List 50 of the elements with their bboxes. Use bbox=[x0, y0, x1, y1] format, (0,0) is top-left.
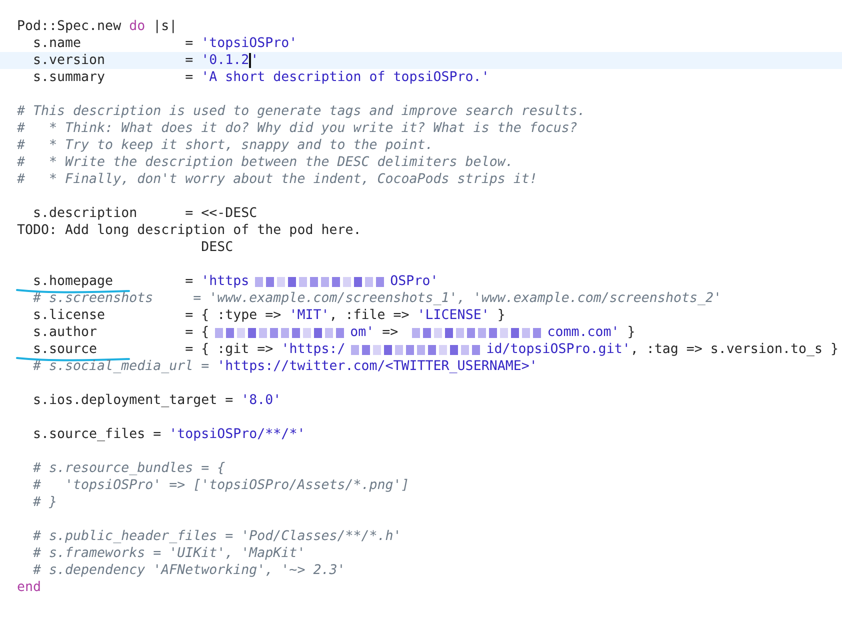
string-text: 'https:/ bbox=[281, 341, 346, 358]
comment-text: # 'topsiOSPro' => ['topsiOSPro/Assets/*.png'] bbox=[32, 477, 410, 494]
string-text: 'LICENSE' bbox=[417, 307, 490, 324]
code-text: , :file => bbox=[329, 307, 410, 324]
comment-text: # s.resource_bundles = { bbox=[32, 460, 226, 477]
code-text: => bbox=[381, 324, 400, 341]
keyword-text: end bbox=[17, 579, 42, 596]
comment-text: # * Think: What does it do? Why did you write it? What is the focus? bbox=[17, 120, 578, 137]
comment-text: # * Finally, don't worry about the indent, CocoaPods strips it! bbox=[17, 171, 538, 188]
comment-text: # This description is used to generate tags and improve search results. bbox=[17, 103, 586, 120]
comment-text: # s.social_media_url = bbox=[32, 358, 210, 375]
code-text: } bbox=[626, 324, 636, 341]
code-text: s.license = { :type => bbox=[32, 307, 282, 324]
code-text: Pod::Spec.new bbox=[17, 18, 122, 35]
string-text: comm.com' bbox=[547, 324, 620, 341]
code-text: } bbox=[496, 307, 506, 324]
string-text: '8.0' bbox=[241, 392, 282, 409]
string-text: 'topsiOSPro' bbox=[201, 35, 298, 52]
code-text: TODO: Add long description of the pod here. bbox=[17, 222, 362, 239]
string-text: 'MIT' bbox=[289, 307, 330, 324]
code-text: s.summary = bbox=[32, 69, 194, 86]
comment-text: # s.public_header_files = 'Pod/Classes/**/*.h' bbox=[32, 528, 402, 545]
string-text: 'A short description of topsiOSPro.' bbox=[201, 69, 490, 86]
comment-text: # s.frameworks = 'UIKit', 'MapKit' bbox=[32, 545, 306, 562]
code-text: s.homepage = bbox=[32, 273, 194, 290]
string-text: '0.1.2 bbox=[201, 52, 250, 69]
comment-text: # s.screenshots = 'www.example.com/screenshots_1', 'www.example.com/screenshots_2' bbox=[32, 290, 722, 307]
comment-text: # * Write the description between the DESC delimiters below. bbox=[17, 154, 514, 171]
code-text: s.version = bbox=[32, 52, 194, 69]
string-text: id/topsiOSPro.git' bbox=[486, 341, 630, 358]
code-text: s.source_files = bbox=[32, 426, 162, 443]
code-text: s.description = <<-DESC bbox=[32, 205, 258, 222]
code-text: |s| bbox=[152, 18, 178, 35]
string-text: OSPro' bbox=[390, 273, 438, 290]
string-text: ' bbox=[250, 52, 259, 69]
comment-text: # } bbox=[32, 494, 58, 511]
code-text: s.name = bbox=[32, 35, 194, 52]
string-text: 'https bbox=[201, 273, 250, 290]
comment-text: # * Try to keep it short, snappy and to the point. bbox=[17, 137, 434, 154]
string-text: 'https://twitter.com/<TWITTER_USERNAME>' bbox=[217, 358, 538, 375]
keyword-text: do bbox=[129, 18, 146, 35]
code-text: s.source = { :git => bbox=[32, 341, 274, 358]
text-cursor bbox=[249, 53, 251, 68]
comment-text: # s.dependency 'AFNetworking', '~> 2.3' bbox=[32, 562, 346, 579]
string-text: 'topsiOSPro/**/*' bbox=[169, 426, 306, 443]
code-text: DESC bbox=[200, 239, 234, 256]
string-text: om' bbox=[350, 324, 374, 341]
code-text: s.author = { bbox=[32, 324, 210, 341]
code-text: , :tag => s.version.to_s } bbox=[630, 341, 838, 358]
code-text: s.ios.deployment_target = bbox=[32, 392, 234, 409]
